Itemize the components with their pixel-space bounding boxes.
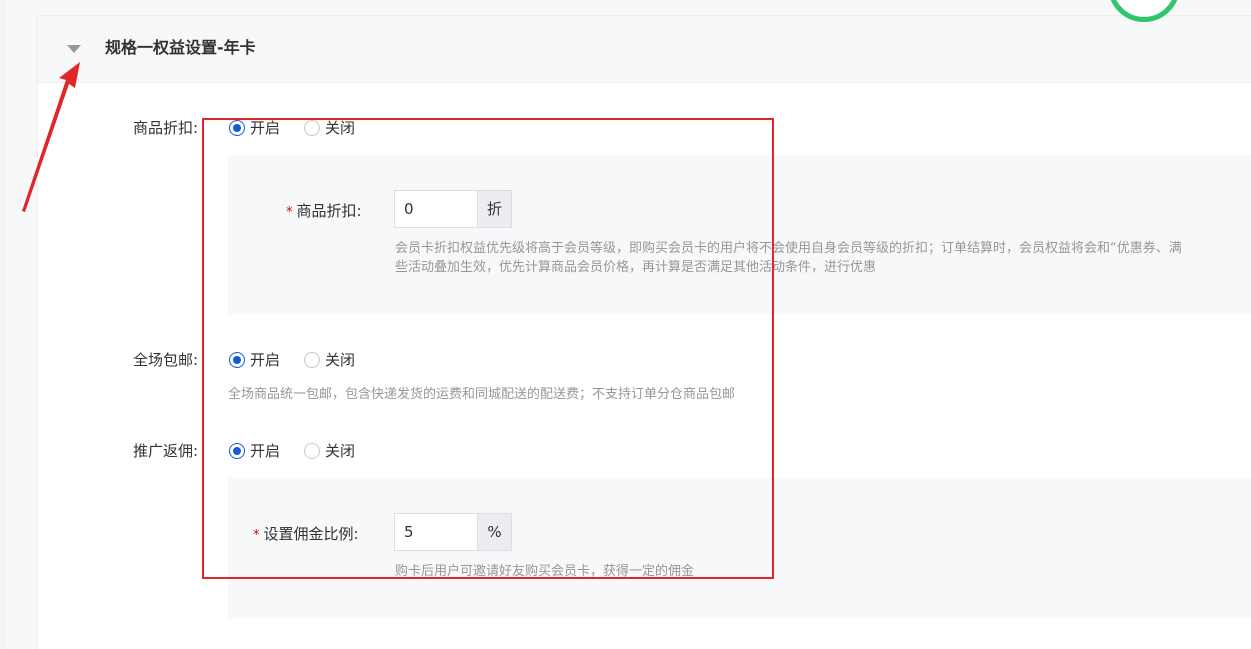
discount-input-group: 0 折 bbox=[394, 190, 512, 228]
commission-help: 购卡后用户可邀请好友购买会员卡，获得一定的佣金 bbox=[395, 564, 695, 579]
radio-checked-icon[interactable] bbox=[229, 352, 245, 368]
page: 规格一权益设置-年卡 商品折扣: 开启 关闭 * 商品折扣: 0 折 会员卡折扣权… bbox=[0, 0, 1251, 649]
shipping-help: 全场商品统一包邮，包含快递发货的运费和同城配送的配送费；不支持订单分仓商品包邮 bbox=[228, 387, 736, 402]
shipping-radio-on[interactable]: 开启 bbox=[229, 349, 280, 371]
shipping-radio-on-label: 开启 bbox=[250, 351, 281, 369]
commission-input-label-text: 设置佣金比例: bbox=[263, 525, 359, 543]
commission-input[interactable]: 5 bbox=[394, 513, 478, 551]
radio-unchecked-icon[interactable] bbox=[304, 352, 321, 368]
panel-header: 规格一权益设置-年卡 bbox=[38, 16, 1251, 83]
required-star-icon: * bbox=[253, 528, 260, 543]
radio-unchecked-icon[interactable] bbox=[304, 443, 321, 459]
commission-radio-on[interactable]: 开启 bbox=[229, 440, 280, 462]
commission-settings-box bbox=[228, 478, 1251, 618]
commission-input-suffix: % bbox=[478, 513, 512, 551]
radio-checked-icon[interactable] bbox=[229, 120, 245, 136]
radio-unchecked-icon[interactable] bbox=[304, 120, 321, 136]
discount-radio-group: 开启 关闭 bbox=[229, 117, 379, 139]
radio-checked-icon[interactable] bbox=[229, 443, 245, 459]
commission-input-group: 5 % bbox=[394, 513, 512, 551]
commission-radio-on-label: 开启 bbox=[250, 442, 281, 460]
panel-title: 规格一权益设置-年卡 bbox=[105, 38, 256, 57]
commission-radio-group: 开启 关闭 bbox=[229, 440, 379, 462]
commission-radio-off[interactable]: 关闭 bbox=[304, 440, 355, 462]
discount-settings-box bbox=[228, 155, 1251, 314]
discount-input-suffix: 折 bbox=[478, 190, 512, 228]
commission-label: 推广返佣: bbox=[133, 442, 199, 460]
shipping-label: 全场包邮: bbox=[133, 351, 199, 369]
discount-input-label: * 商品折扣: bbox=[286, 200, 362, 224]
shipping-radio-off-label: 关闭 bbox=[325, 351, 356, 369]
discount-label: 商品折扣: bbox=[133, 119, 199, 137]
discount-input-label-text: 商品折扣: bbox=[296, 202, 362, 220]
discount-help-line2: 些活动叠加生效，优先计算商品会员价格，再计算是否满足其他活动条件，进行优惠 bbox=[395, 260, 877, 275]
discount-help-line1: 会员卡折扣权益优先级将高于会员等级，即购买会员卡的用户将不会使用自身会员等级的折… bbox=[395, 241, 1182, 256]
shipping-radio-off[interactable]: 关闭 bbox=[304, 349, 355, 371]
discount-radio-off[interactable]: 关闭 bbox=[304, 117, 355, 139]
discount-radio-on-label: 开启 bbox=[250, 119, 281, 137]
discount-radio-on[interactable]: 开启 bbox=[229, 117, 280, 139]
commission-radio-off-label: 关闭 bbox=[325, 442, 356, 460]
annotation-arrow-icon bbox=[22, 62, 80, 212]
discount-input[interactable]: 0 bbox=[394, 190, 478, 228]
required-star-icon: * bbox=[286, 205, 293, 220]
shipping-radio-group: 开启 关闭 bbox=[229, 349, 379, 371]
commission-input-label: * 设置佣金比例: bbox=[253, 523, 359, 547]
discount-radio-off-label: 关闭 bbox=[325, 119, 356, 137]
